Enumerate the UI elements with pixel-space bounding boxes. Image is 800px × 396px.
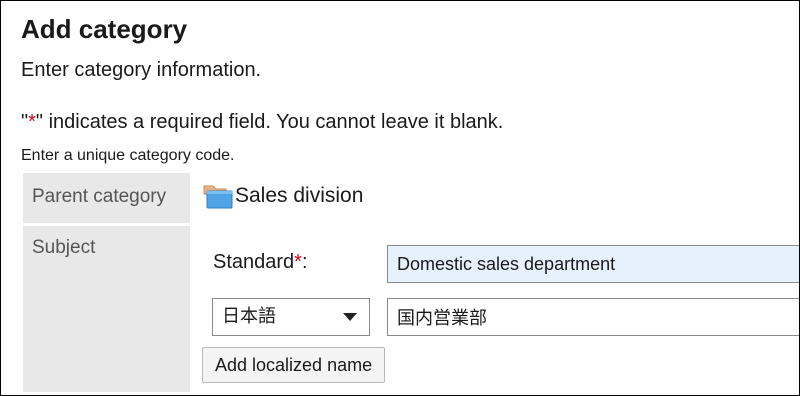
add-category-panel: Add category Enter category information.… xyxy=(0,0,800,396)
standard-required-star: * xyxy=(294,251,302,273)
unique-code-note: Enter a unique category code. xyxy=(21,147,235,164)
parent-category-value: Sales division xyxy=(203,183,363,209)
parent-category-name: Sales division xyxy=(235,184,364,207)
add-localized-name-button[interactable]: Add localized name xyxy=(202,347,386,383)
standard-name-input[interactable] xyxy=(387,245,799,283)
page-title: Add category xyxy=(21,14,188,44)
subject-label: Subject xyxy=(23,226,190,392)
category-form: Parent category Sales division Subject S… xyxy=(23,173,799,395)
localized-name-input[interactable] xyxy=(387,298,799,336)
chevron-down-icon xyxy=(343,313,357,321)
required-note-text: " indicates a required field. You cannot… xyxy=(35,111,504,133)
folder-icon xyxy=(203,185,233,209)
language-select[interactable]: 日本語 xyxy=(212,298,370,336)
standard-label-colon: : xyxy=(301,251,308,273)
language-select-value: 日本語 xyxy=(222,306,276,326)
parent-category-label: Parent category xyxy=(23,173,190,223)
page-description: Enter category information. xyxy=(21,59,262,81)
required-field-note: "*" indicates a required field. You cann… xyxy=(21,111,503,134)
standard-label: Standard*: xyxy=(213,251,308,274)
required-star: * xyxy=(28,111,36,133)
standard-label-text: Standard xyxy=(213,251,295,273)
